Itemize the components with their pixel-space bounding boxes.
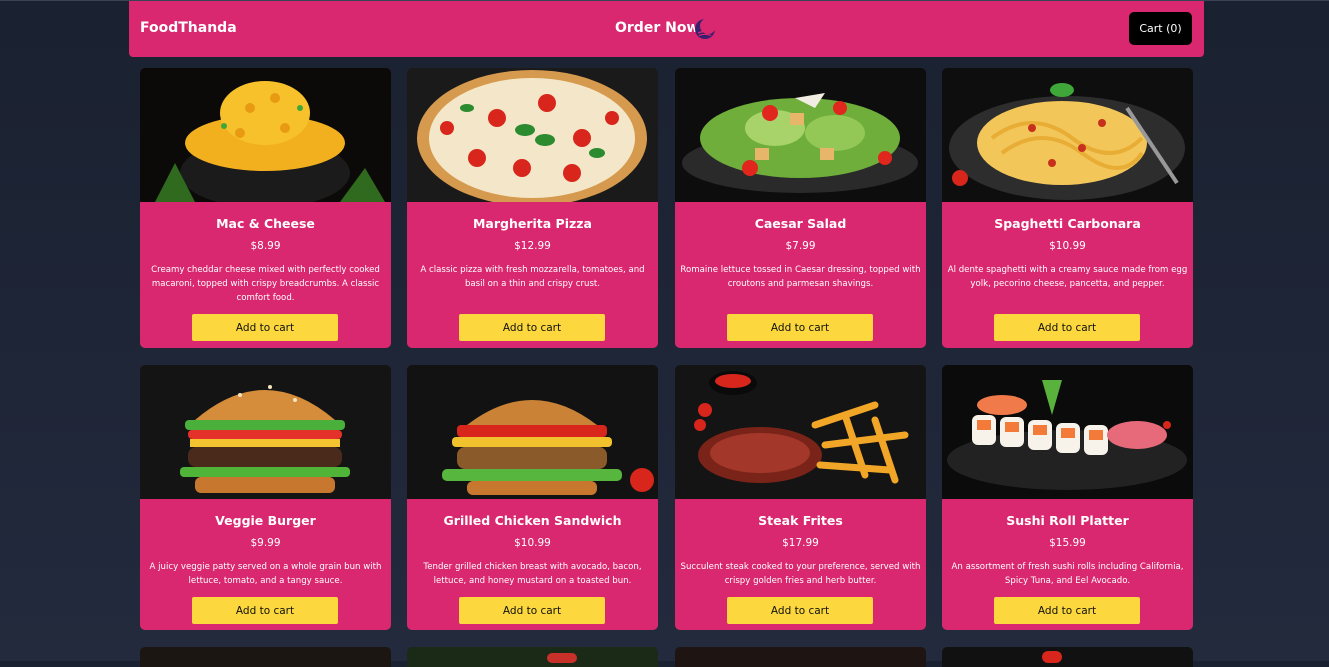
menu-card-partial bbox=[942, 647, 1193, 667]
menu-item-description: Succulent steak cooked to your preferenc… bbox=[680, 562, 921, 586]
menu-item-name: Steak Frites bbox=[758, 513, 843, 528]
add-to-cart-button[interactable]: Add to cart bbox=[459, 597, 605, 624]
menu-card-partial bbox=[407, 647, 658, 667]
menu-item-description: A classic pizza with fresh mozzarella, t… bbox=[420, 265, 645, 289]
menu-item-price: $12.99 bbox=[514, 240, 551, 252]
moon-icon bbox=[695, 18, 716, 39]
food-image-steak-frites bbox=[675, 365, 926, 499]
menu-item-description: Tender grilled chicken breast with avoca… bbox=[423, 562, 642, 586]
menu-card: Veggie Burger $9.99 A juicy veggie patty… bbox=[140, 365, 391, 630]
food-image-spaghetti bbox=[942, 68, 1193, 202]
brand-logo-text[interactable]: FoodThanda bbox=[140, 20, 237, 36]
food-image-caesar-salad bbox=[675, 68, 926, 202]
menu-item-price: $17.99 bbox=[782, 537, 819, 549]
menu-item-price: $7.99 bbox=[785, 240, 816, 252]
menu-card: Mac & Cheese $8.99 Creamy cheddar cheese… bbox=[140, 68, 391, 348]
add-to-cart-button[interactable]: Add to cart bbox=[727, 597, 873, 624]
menu-item-price: $15.99 bbox=[1049, 537, 1086, 549]
add-to-cart-button[interactable]: Add to cart bbox=[994, 314, 1140, 341]
add-to-cart-button[interactable]: Add to cart bbox=[459, 314, 605, 341]
food-image-mac-and-cheese bbox=[140, 68, 391, 202]
navbar: FoodThanda Order Now Cart (0) bbox=[129, 1, 1204, 57]
menu-item-description: Creamy cheddar cheese mixed with perfect… bbox=[151, 265, 380, 303]
menu-item-price: $9.99 bbox=[250, 537, 281, 549]
food-image-chicken-sandwich bbox=[407, 365, 658, 499]
menu-card: Caesar Salad $7.99 Romaine lettuce tosse… bbox=[675, 68, 926, 348]
add-to-cart-button[interactable]: Add to cart bbox=[192, 597, 338, 624]
menu-card: Grilled Chicken Sandwich $10.99 Tender g… bbox=[407, 365, 658, 630]
menu-item-price: $8.99 bbox=[250, 240, 281, 252]
menu-card: Spaghetti Carbonara $10.99 Al dente spag… bbox=[942, 68, 1193, 348]
menu-card: Sushi Roll Platter $15.99 An assortment … bbox=[942, 365, 1193, 630]
menu-item-name: Caesar Salad bbox=[754, 216, 847, 231]
cart-button[interactable]: Cart (0) bbox=[1129, 12, 1192, 45]
add-to-cart-button[interactable]: Add to cart bbox=[994, 597, 1140, 624]
food-image-veggie-burger bbox=[140, 365, 391, 499]
menu-item-name: Grilled Chicken Sandwich bbox=[443, 513, 622, 528]
menu-item-price: $10.99 bbox=[1049, 240, 1086, 252]
page-title: Order Now bbox=[615, 20, 700, 36]
menu-item-name: Veggie Burger bbox=[215, 513, 316, 528]
menu-item-name: Spaghetti Carbonara bbox=[994, 216, 1141, 231]
food-image-sushi-platter bbox=[942, 365, 1193, 499]
menu-item-name: Margherita Pizza bbox=[472, 216, 592, 231]
food-image-pizza bbox=[407, 68, 658, 202]
menu-item-price: $10.99 bbox=[514, 537, 551, 549]
menu-item-description: A juicy veggie patty served on a whole g… bbox=[149, 562, 382, 586]
menu-item-name: Mac & Cheese bbox=[216, 216, 315, 231]
menu-card: Steak Frites $17.99 Succulent steak cook… bbox=[675, 365, 926, 630]
menu-item-name: Sushi Roll Platter bbox=[1006, 513, 1129, 528]
add-to-cart-button[interactable]: Add to cart bbox=[192, 314, 338, 341]
menu-card-partial bbox=[140, 647, 391, 667]
menu-item-description: Al dente spaghetti with a creamy sauce m… bbox=[947, 265, 1188, 289]
menu-item-description: An assortment of fresh sushi rolls inclu… bbox=[951, 562, 1184, 586]
menu-card-partial bbox=[675, 647, 926, 667]
add-to-cart-button[interactable]: Add to cart bbox=[727, 314, 873, 341]
menu-item-description: Romaine lettuce tossed in Caesar dressin… bbox=[680, 265, 921, 289]
menu-card: Margherita Pizza $12.99 A classic pizza … bbox=[407, 68, 658, 348]
